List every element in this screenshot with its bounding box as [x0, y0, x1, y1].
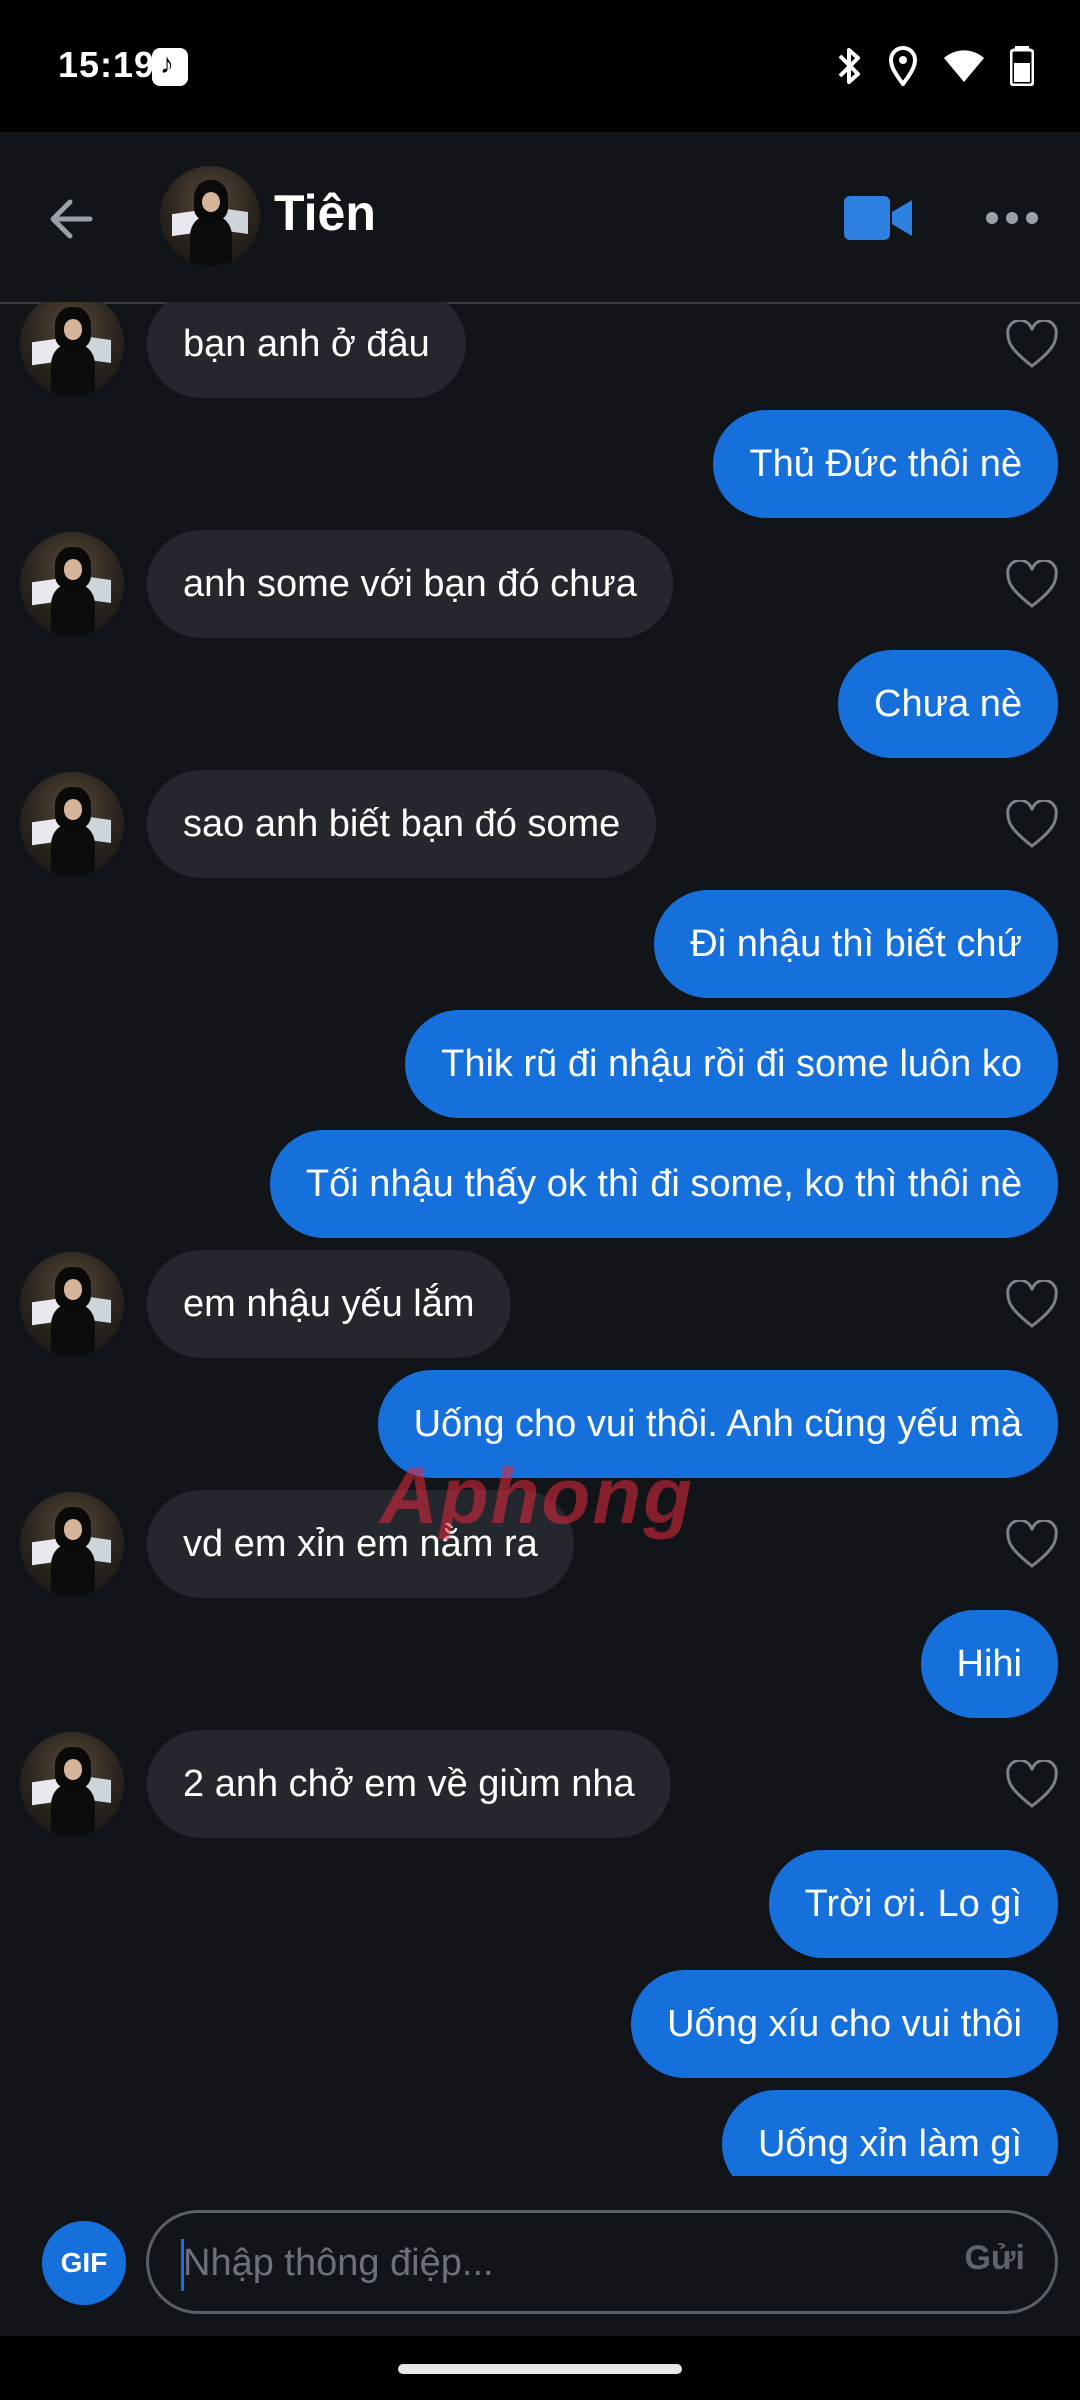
heart-icon[interactable]: [1004, 560, 1060, 610]
wifi-icon: [944, 50, 984, 82]
heart-icon[interactable]: [1004, 1520, 1060, 1570]
bluetooth-icon: [838, 48, 860, 84]
contact-avatar[interactable]: [160, 166, 260, 266]
composer: GIF Gửi: [0, 2176, 1080, 2336]
outgoing-message: Thủ Đức thôi nè: [0, 410, 1080, 518]
message-bubble[interactable]: Thủ Đức thôi nè: [713, 410, 1058, 518]
message-bubble[interactable]: 2 anh chở em về giùm nha: [147, 1730, 671, 1838]
outgoing-message: Uống cho vui thôi. Anh cũng yếu mà: [0, 1370, 1080, 1478]
message-bubble[interactable]: Thik rũ đi nhậu rồi đi some luôn ko: [405, 1010, 1058, 1118]
incoming-message: sao anh biết bạn đó some: [0, 770, 1080, 878]
outgoing-message: Hihi: [0, 1610, 1080, 1718]
video-call-icon[interactable]: [842, 192, 914, 244]
message-bubble[interactable]: vd em xỉn em nằm ra: [147, 1490, 574, 1598]
outgoing-message: Uống xíu cho vui thôi: [0, 1970, 1080, 2078]
gif-button[interactable]: GIF: [42, 2221, 126, 2305]
message-bubble[interactable]: Trời ơi. Lo gì: [768, 1850, 1058, 1958]
status-bar: 15:19: [0, 0, 1080, 132]
message-bubble[interactable]: Tối nhậu thấy ok thì đi some, ko thì thô…: [269, 1130, 1058, 1238]
back-arrow-icon[interactable]: [40, 186, 106, 252]
message-bubble[interactable]: em nhậu yếu lắm: [147, 1250, 511, 1358]
message-list[interactable]: bạn anh ở đâu Thủ Đức thôi nè anh some v…: [0, 302, 1080, 2176]
chat-header: Tiên: [0, 132, 1080, 304]
system-nav-bar: [0, 2336, 1080, 2400]
outgoing-message: Trời ơi. Lo gì: [0, 1850, 1080, 1958]
message-bubble[interactable]: bạn anh ở đâu: [147, 302, 466, 398]
status-icons: [834, 44, 1034, 88]
message-bubble[interactable]: Đi nhậu thì biết chứ: [654, 890, 1058, 998]
heart-icon[interactable]: [1004, 1760, 1060, 1810]
message-input[interactable]: [181, 2227, 885, 2299]
outgoing-message: Tối nhậu thấy ok thì đi some, ko thì thô…: [0, 1130, 1080, 1238]
battery-icon: [1010, 46, 1034, 86]
location-icon: [888, 46, 918, 86]
home-gesture-handle[interactable]: [398, 2364, 682, 2374]
message-bubble[interactable]: Hihi: [920, 1610, 1058, 1718]
message-bubble[interactable]: Uống xíu cho vui thôi: [631, 1970, 1058, 2078]
contact-avatar[interactable]: [20, 1492, 124, 1596]
outgoing-message: Thik rũ đi nhậu rồi đi some luôn ko: [0, 1010, 1080, 1118]
contact-avatar[interactable]: [20, 1732, 124, 1836]
incoming-message: vd em xỉn em nằm ra: [0, 1490, 1080, 1598]
send-button[interactable]: Gửi: [964, 2239, 1025, 2278]
contact-name[interactable]: Tiên: [274, 184, 376, 242]
contact-avatar[interactable]: [20, 772, 124, 876]
message-bubble[interactable]: Chưa nè: [838, 650, 1058, 758]
incoming-message: bạn anh ở đâu: [0, 302, 1080, 398]
status-time: 15:19: [58, 44, 156, 85]
outgoing-message: Đi nhậu thì biết chứ: [0, 890, 1080, 998]
contact-avatar[interactable]: [20, 532, 124, 636]
incoming-message: anh some với bạn đó chưa: [0, 530, 1080, 638]
message-bubble[interactable]: anh some với bạn đó chưa: [147, 530, 673, 638]
incoming-message: em nhậu yếu lắm: [0, 1250, 1080, 1358]
heart-icon[interactable]: [1004, 800, 1060, 850]
heart-icon[interactable]: [1004, 1280, 1060, 1330]
message-bubble[interactable]: sao anh biết bạn đó some: [147, 770, 657, 878]
message-input-wrapper[interactable]: Gửi: [146, 2210, 1058, 2314]
more-dots-icon[interactable]: [982, 196, 1042, 240]
heart-icon[interactable]: [1004, 320, 1060, 370]
tiktok-icon: [152, 48, 188, 86]
outgoing-message: Chưa nè: [0, 650, 1080, 758]
contact-avatar[interactable]: [20, 1252, 124, 1356]
contact-avatar[interactable]: [20, 302, 124, 396]
text-caret: [181, 2239, 184, 2291]
message-bubble[interactable]: Uống xỉn làm gì: [721, 2090, 1058, 2176]
incoming-message: 2 anh chở em về giùm nha: [0, 1730, 1080, 1838]
outgoing-message: Uống xỉn làm gì: [0, 2090, 1080, 2176]
message-bubble[interactable]: Uống cho vui thôi. Anh cũng yếu mà: [377, 1370, 1058, 1478]
